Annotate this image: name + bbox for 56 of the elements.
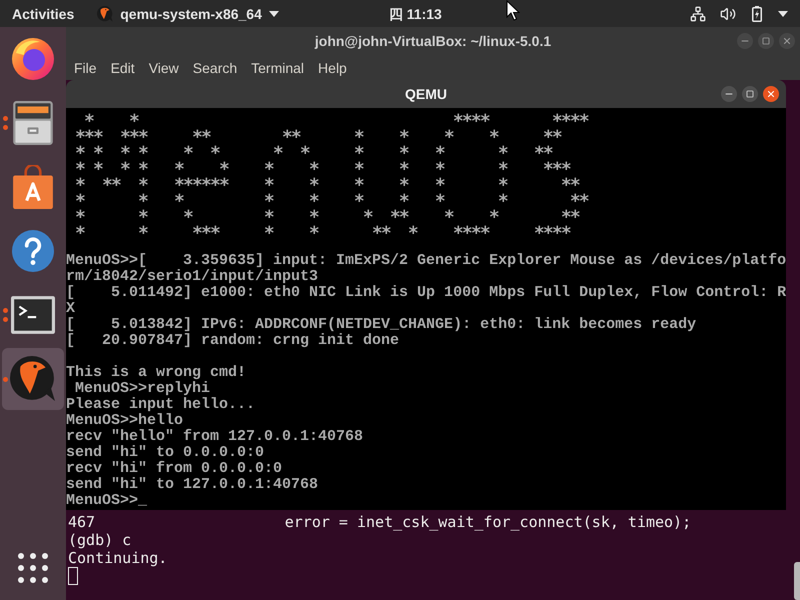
console-line: X [66,301,76,317]
menu-item[interactable]: Edit [110,60,135,74]
terminal-line: (gdb) c [68,531,132,549]
console-line: rm/i8042/serio1/input/input3 [66,269,320,285]
close-icon [766,89,776,99]
ascii-art-text: * * **** **** *** *** ** ** * * * * ** * * * * * * * * * * * * ** * * * * * * * * * * * * *** * ** * ****** * * * * * * ** * * * * * * * * * ** * * * * * * ** * * ** * * *** * * ** * **** **** [74,114,588,242]
caret-icon [268,10,279,16]
file-cabinet-icon [13,101,53,145]
mouse-pointer-icon [506,0,520,21]
console-line: recv "hi" from 0.0.0.0:0 [66,461,284,477]
console-line: [ 20.907847] random: crng init done [66,333,400,349]
minimize-button[interactable] [737,33,753,49]
terminal-line: 467 error = inet_csk_wait_for_connect(sk, timeo); [68,513,692,531]
clock-button[interactable]: 四 11:13 [388,0,442,27]
close-icon [782,36,792,46]
console-line: send "hi" to 127.0.0.1:40768 [66,477,320,493]
window-title: QEMU [405,84,447,104]
dock-app-button[interactable] [2,348,64,410]
maximize-icon [746,90,754,98]
console-line: [ 5.013842] IPv6: ADDRCONF(NETDEV_CHANGE): eth0: link becomes ready [66,317,698,333]
console-line: MenuOS>>_ [66,493,148,509]
fox-globe-icon [11,37,55,81]
battery-icon [752,6,762,22]
bird-icon [10,356,56,402]
shopping-bag-icon [13,165,53,209]
menu-item[interactable]: Help [318,60,347,74]
maximize-button[interactable] [742,86,758,102]
console-line: MenuOS>>hello [66,413,184,429]
volume-icon [720,6,736,22]
scrollbar-thumb[interactable] [794,562,800,600]
menu-item[interactable]: Terminal [251,60,304,74]
terminal-line: Continuing. [68,549,168,567]
window-title: john@john-VirtualBox: ~/linux-5.0.1 [314,32,552,51]
maximize-icon [762,37,770,45]
maximize-button[interactable] [758,33,774,49]
app-menu-button[interactable]: qemu-system-x86_64 [97,0,279,27]
app-grid-icon [18,553,48,583]
menu-item[interactable]: Search [192,60,238,74]
console-line: MenuOS>>replyhi [74,381,212,397]
menu-item[interactable]: File [74,60,97,74]
console-line: MenuOS>>[ 3.359635] input: ImExPS/2 Generic Explorer Mouse as /devices/platfo [66,253,786,269]
console-line: recv "hello" from 127.0.0.1:40768 [66,429,364,445]
caret-icon [778,10,788,16]
minimize-button[interactable] [721,86,737,102]
console-line: [ 5.011492] e1000: eth0 NIC Link is Up 1000 Mbps Full Duplex, Flow Control: R [66,285,786,301]
network-icon [690,6,706,22]
terminal-icon [11,296,55,334]
activities-button[interactable]: Activities [0,0,74,27]
close-button[interactable] [763,86,779,102]
console-line: send "hi" to 0.0.0.0:0 [66,445,266,461]
console-line: Please input hello... [66,397,256,413]
bird-icon [97,6,114,22]
menu-item[interactable]: View [148,60,179,74]
text-cursor-icon [68,567,78,585]
help-icon [12,230,54,272]
console-line: This is a wrong cmd! [66,365,248,381]
